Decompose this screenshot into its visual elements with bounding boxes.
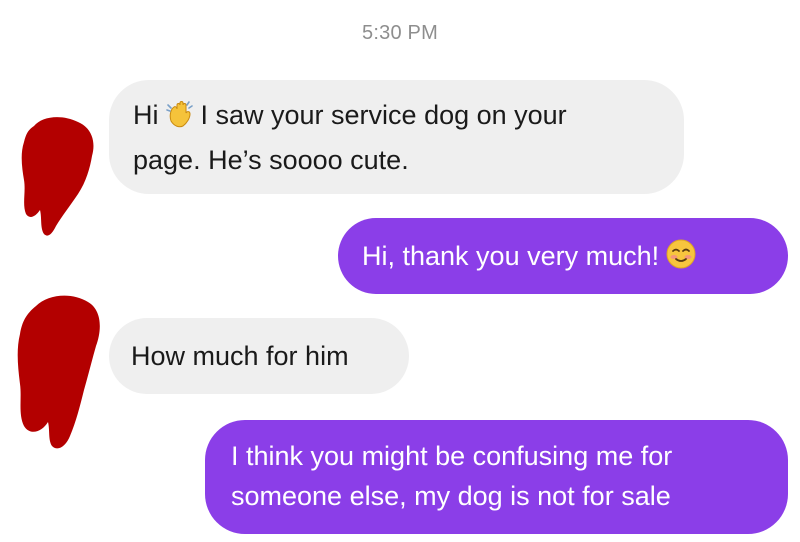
incoming-message-bubble[interactable]: How much for him: [109, 318, 409, 394]
message-text: How much for him: [131, 341, 349, 371]
message-text: I saw your service dog on your: [200, 100, 567, 130]
message-line: Hi I saw your service dog on your: [133, 95, 660, 140]
message-text: Hi, thank you very much!: [362, 241, 660, 271]
message-line: I think you might be confusing me for: [231, 441, 673, 471]
message-line: someone else, my dog is not for sale: [231, 481, 671, 511]
message-line: page. He’s soooo cute.: [133, 145, 409, 175]
timestamp: 5:30 PM: [362, 22, 438, 44]
smiling-blushing-face-icon: [665, 238, 697, 281]
message-thread: 5:30 PM Hi I saw your service dog on you…: [0, 0, 800, 542]
outgoing-message-bubble[interactable]: Hi, thank you very much!: [338, 218, 788, 294]
outgoing-message-bubble[interactable]: I think you might be confusing me for so…: [205, 420, 788, 534]
waving-hand-icon: [165, 99, 195, 140]
message-text: Hi: [133, 100, 159, 130]
incoming-message-bubble[interactable]: Hi I saw your service dog on your page. …: [109, 80, 684, 194]
redacted-avatar: [17, 295, 100, 449]
redacted-avatar: [21, 117, 94, 236]
